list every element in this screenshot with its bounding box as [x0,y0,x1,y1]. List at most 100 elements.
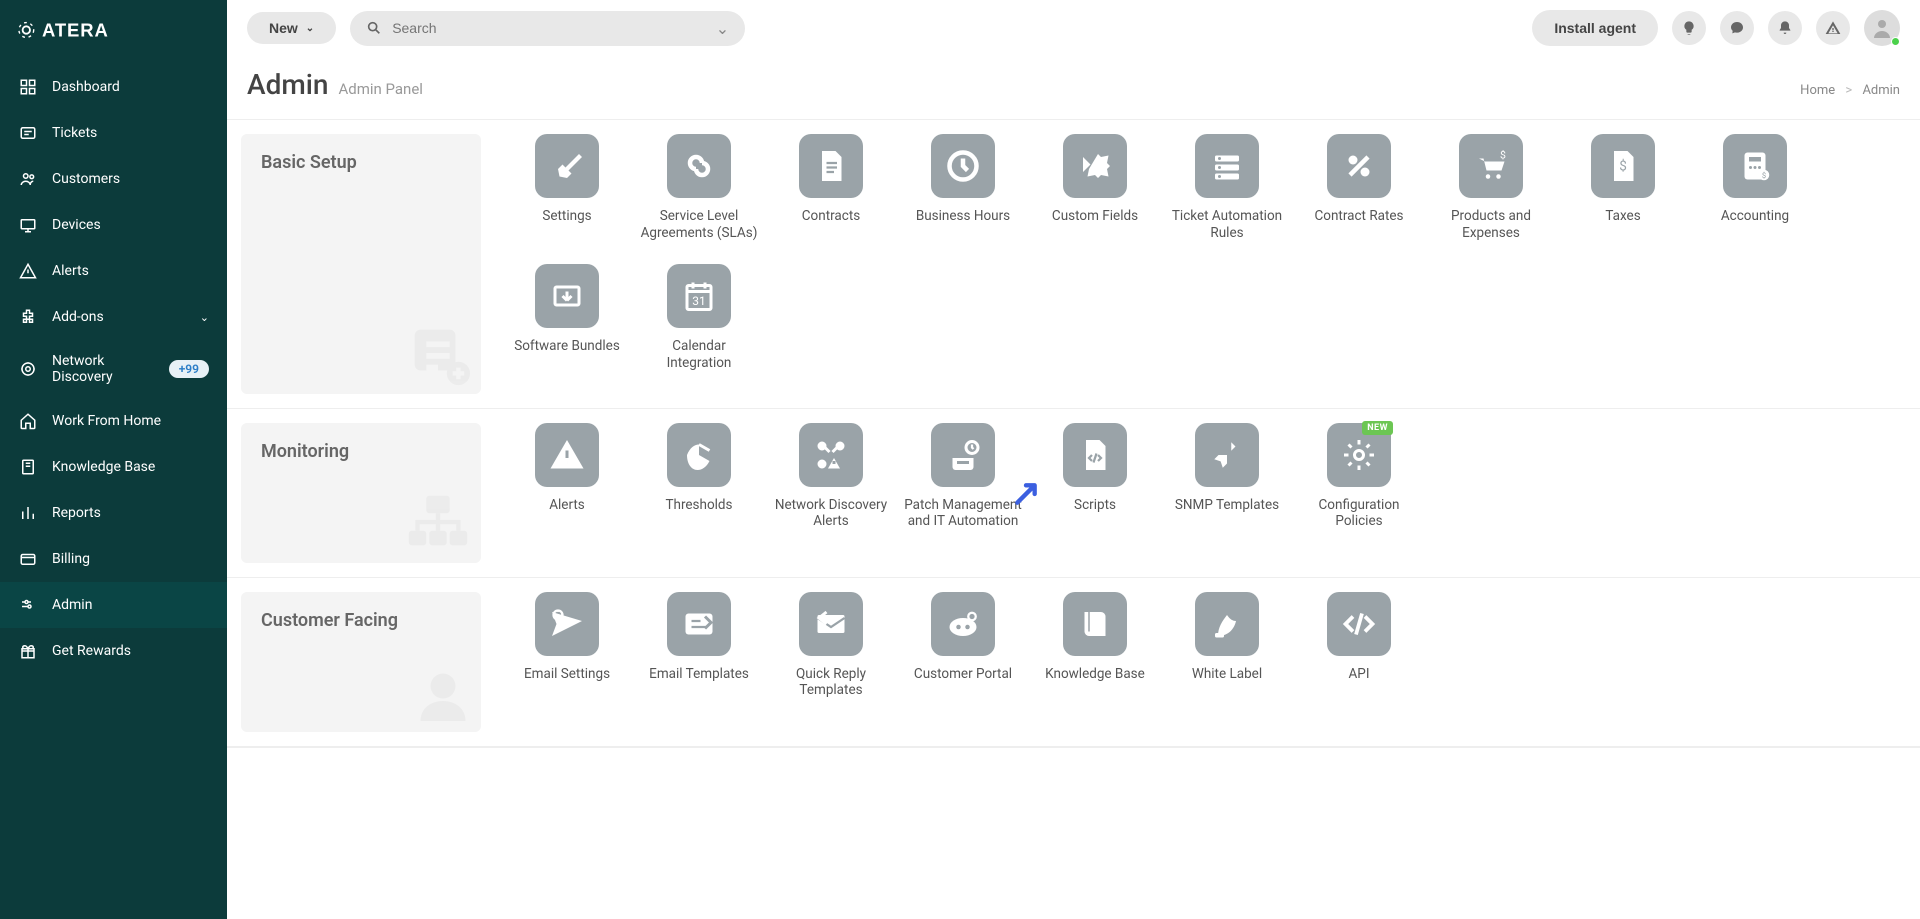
install-agent-button[interactable]: Install agent [1532,10,1658,46]
tile-contracts[interactable]: Contracts [765,134,897,242]
nav-label: Tickets [52,125,209,141]
tile-label: Alerts [549,497,585,514]
user-avatar[interactable] [1864,10,1900,46]
tile-ticket-automation[interactable]: Ticket Automation Rules [1161,134,1293,242]
sidebar-item-tickets[interactable]: Tickets [0,110,227,156]
tile-scripts[interactable]: Scripts [1029,423,1161,541]
new-label: New [269,20,298,36]
tile-software-bundles[interactable]: Software Bundles [501,264,633,372]
nav-badge: +99 [169,360,209,378]
topbar: New ⌄ ⌄ Install agent [227,0,1920,56]
tile-label: Network Discovery Alerts [771,497,891,531]
chat-icon[interactable] [1720,11,1754,45]
breadcrumb-current: Admin [1862,83,1900,98]
tile-thresholds[interactable]: Thresholds [633,423,765,541]
svg-text:$: $ [1762,171,1766,180]
tile-sla[interactable]: Service Level Agreements (SLAs) [633,134,765,242]
sidebar-item-billing[interactable]: Billing [0,536,227,582]
section-customer-facing: Customer Facing Email Settings Email Tem… [227,578,1920,747]
tile-label: Products and Expenses [1431,208,1551,242]
section-title: Basic Setup [261,152,461,173]
tile-label: Taxes [1605,208,1640,225]
nav-label: Network Discovery [52,353,155,385]
status-online-dot [1891,37,1900,46]
tile-patch-management[interactable]: Patch Management and IT Automation [897,423,1029,541]
tile-accounting[interactable]: $Accounting [1689,134,1821,242]
tile-label: White Label [1192,666,1262,683]
svg-text:ATERA: ATERA [42,19,109,40]
nav-list: Dashboard Tickets Customers Devices Aler… [0,64,227,674]
tile-customer-portal[interactable]: Customer Portal [897,592,1029,710]
new-button[interactable]: New ⌄ [247,12,336,44]
sidebar-item-network-discovery[interactable]: Network Discovery +99 [0,340,227,398]
breadcrumb-home[interactable]: Home [1800,83,1835,98]
tile-api[interactable]: API [1293,592,1425,710]
section-title: Customer Facing [261,610,461,631]
tile-taxes[interactable]: $Taxes [1557,134,1689,242]
sidebar-item-knowledge-base[interactable]: Knowledge Base [0,444,227,490]
section-title: Monitoring [261,441,461,462]
sidebar-item-admin[interactable]: Admin [0,582,227,628]
tile-alerts[interactable]: Alerts [501,423,633,541]
sidebar-item-wfh[interactable]: Work From Home [0,398,227,444]
chevron-down-icon[interactable]: ⌄ [716,19,729,38]
lightbulb-icon[interactable] [1672,11,1706,45]
tile-calendar[interactable]: 31Calendar Integration [633,264,765,372]
tile-label: Email Templates [649,666,749,683]
tile-label: Quick Reply Templates [771,666,891,700]
nav-label: Customers [52,171,209,187]
gift-icon [18,641,38,661]
svg-text:$: $ [1500,149,1506,162]
tile-label: Custom Fields [1052,208,1138,225]
tile-white-label[interactable]: White Label [1161,592,1293,710]
tile-settings[interactable]: Settings [501,134,633,242]
main-content: New ⌄ ⌄ Install agent Admin Admin Panel … [227,0,1920,761]
network-discovery-icon [18,359,38,379]
sidebar-item-rewards[interactable]: Get Rewards [0,628,227,674]
person-icon [413,666,473,726]
tile-label: Customer Portal [914,666,1012,683]
admin-icon [18,595,38,615]
sidebar-item-reports[interactable]: Reports [0,490,227,536]
nav-label: Knowledge Base [52,459,209,475]
sidebar-item-devices[interactable]: Devices [0,202,227,248]
tile-contract-rates[interactable]: Contract Rates [1293,134,1425,242]
search-box[interactable]: ⌄ [350,11,745,46]
section-header: Basic Setup [241,134,481,394]
tile-config-policies[interactable]: NEWConfiguration Policies [1293,423,1425,541]
nav-label: Alerts [52,263,209,279]
svg-text:31: 31 [692,294,706,308]
tile-email-templates[interactable]: Email Templates [633,592,765,710]
tile-label: Knowledge Base [1045,666,1145,683]
sidebar-item-addons[interactable]: Add-ons ⌄ [0,294,227,340]
tile-snmp[interactable]: SNMP Templates [1161,423,1293,541]
brand-logo[interactable]: ATERA [0,0,227,64]
sidebar-item-dashboard[interactable]: Dashboard [0,64,227,110]
tile-label: Thresholds [665,497,732,514]
tiles-basic: Settings Service Level Agreements (SLAs)… [501,134,1902,394]
tile-label: Ticket Automation Rules [1167,208,1287,242]
tile-label: Service Level Agreements (SLAs) [639,208,759,242]
sidebar-item-customers[interactable]: Customers [0,156,227,202]
tile-nd-alerts[interactable]: Network Discovery Alerts [765,423,897,541]
warning-icon[interactable] [1816,11,1850,45]
search-input[interactable] [392,20,706,36]
reports-icon [18,503,38,523]
tile-business-hours[interactable]: Business Hours [897,134,1029,242]
admin-sections: Basic Setup Settings Service Level Agree… [227,120,1920,761]
page-header: Admin Admin Panel Home > Admin [227,56,1920,120]
tile-products-expenses[interactable]: $ Products and Expenses [1425,134,1557,242]
tile-email-settings[interactable]: Email Settings [501,592,633,710]
clipboard-icon [403,318,473,388]
tile-kb[interactable]: Knowledge Base [1029,592,1161,710]
bell-icon[interactable] [1768,11,1802,45]
tile-quick-reply[interactable]: Quick Reply Templates [765,592,897,710]
sidebar-item-alerts[interactable]: Alerts [0,248,227,294]
chevron-down-icon: ⌄ [306,23,314,34]
nav-label: Reports [52,505,209,521]
tile-label: Configuration Policies [1299,497,1419,531]
ticket-icon [18,123,38,143]
tile-label: Contracts [802,208,860,225]
tile-custom-fields[interactable]: Custom Fields [1029,134,1161,242]
tiles-customer: Email Settings Email Templates Quick Rep… [501,592,1902,732]
